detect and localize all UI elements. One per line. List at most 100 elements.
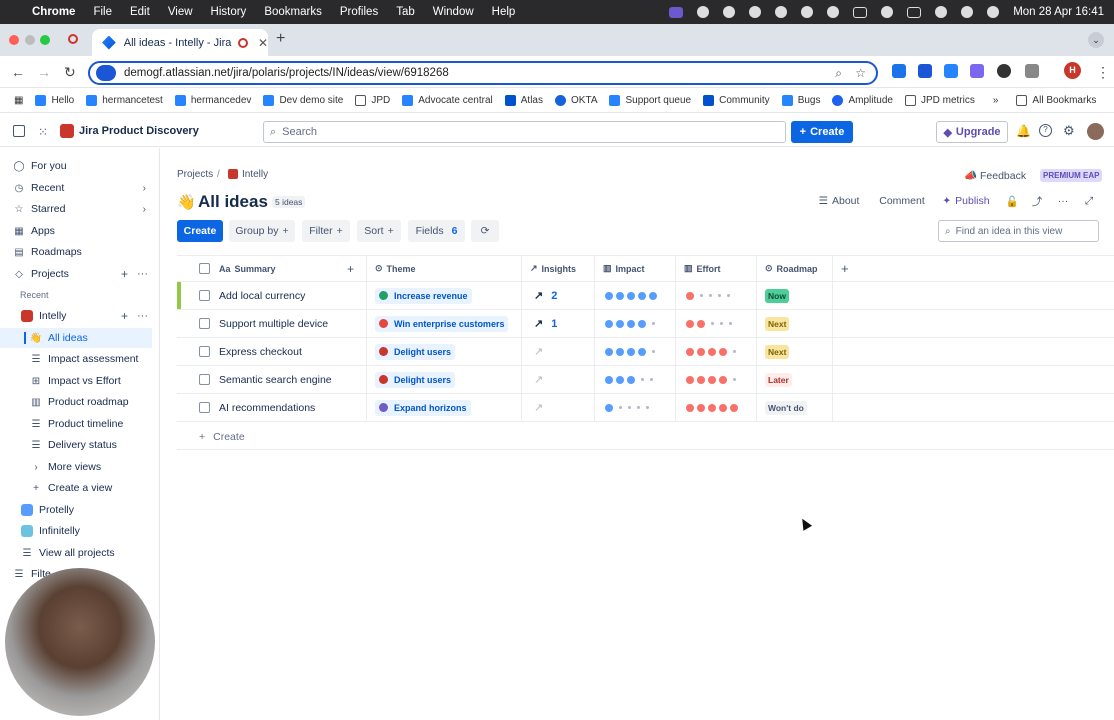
url-text[interactable]: demogf.atlassian.net/jira/polaris/projec… [124, 67, 449, 79]
menu-tab[interactable]: Tab [396, 6, 415, 18]
table-row[interactable]: Semantic search engine Delight users ↗ Late… [177, 366, 1114, 394]
app-switcher-icon[interactable]: ⁙ [38, 125, 48, 139]
fullscreen-icon[interactable]: ⤢ [1079, 190, 1099, 212]
bookmark-jpd-metrics[interactable]: JPD metrics [904, 95, 975, 106]
minimize-window-button[interactable] [25, 35, 35, 45]
lock-icon[interactable]: 🔓 [1002, 190, 1022, 212]
more-actions-icon[interactable]: ··· [1052, 190, 1074, 212]
extension-jira-icon[interactable] [944, 64, 958, 78]
sidebar-item-recent[interactable]: ◷ Recent › [0, 178, 160, 198]
extension-tool-icon[interactable] [918, 64, 932, 78]
roadmap-cell[interactable]: Now [756, 282, 832, 309]
control-center-icon[interactable] [987, 6, 1000, 18]
sidebar-item-apps[interactable]: ▦ Apps [0, 221, 160, 241]
fields-button[interactable]: Fields 6 [408, 220, 465, 242]
menubar-clock[interactable]: Mon 28 Apr 16:41 [1013, 6, 1104, 18]
roadmap-cell[interactable]: Won't do [756, 394, 832, 421]
screen-record-icon[interactable] [669, 6, 684, 18]
sidebar-more-views[interactable]: › More views [0, 457, 160, 477]
idea-summary[interactable]: Semantic search engine [219, 366, 332, 393]
feedback-link[interactable]: 📣 Feedback [964, 169, 1026, 182]
bookmark-jpd[interactable]: JPD [355, 95, 390, 106]
roadmap-cell[interactable]: Next [756, 338, 832, 365]
browser-menu-icon[interactable]: ⋮ [1096, 64, 1110, 81]
address-bar[interactable]: demogf.atlassian.net/jira/polaris/projec… [88, 61, 878, 85]
new-tab-icon[interactable]: + [276, 30, 285, 48]
add-view-icon[interactable]: + [121, 309, 128, 323]
sidebar-item-roadmaps[interactable]: ▤ Roadmaps [0, 242, 160, 262]
bookmark-support-queue[interactable]: Support queue [609, 95, 691, 106]
autosave-sync-icon[interactable]: ⟳ [471, 220, 499, 242]
menu-app[interactable]: Chrome [32, 6, 75, 18]
profile-avatar[interactable]: H [1064, 62, 1081, 79]
sidebar-project-infinitelly[interactable]: Infinitelly [0, 521, 160, 541]
impact-rating[interactable] [594, 338, 675, 365]
zoom-window-button[interactable] [40, 35, 50, 45]
breadcrumb-projects[interactable]: Projects [177, 169, 213, 180]
wifi-icon[interactable] [935, 6, 948, 18]
row-checkbox[interactable] [199, 310, 210, 337]
impact-rating[interactable] [594, 282, 675, 309]
filter-button[interactable]: Filter + [302, 220, 350, 242]
theme-cell[interactable]: Delight users [366, 366, 521, 393]
battery-icon[interactable] [907, 6, 922, 18]
select-all-checkbox[interactable] [199, 256, 210, 281]
menu-profiles[interactable]: Profiles [340, 6, 378, 18]
more-icon[interactable]: ··· [137, 310, 148, 322]
forward-icon[interactable]: → [37, 64, 51, 80]
site-info-icon[interactable] [96, 65, 116, 81]
menu-bookmarks[interactable]: Bookmarks [264, 6, 322, 18]
effort-rating[interactable] [675, 394, 756, 421]
jpd-logo-icon[interactable] [60, 124, 74, 138]
close-tab-icon[interactable]: ✕ [258, 36, 268, 50]
zoom-lens-icon[interactable]: ⌕ [835, 66, 842, 81]
more-icon[interactable]: ··· [137, 268, 148, 280]
more-bookmarks-icon[interactable]: » [993, 95, 999, 106]
table-row[interactable]: Support multiple device Win enterprise cu… [177, 310, 1114, 338]
status-icon-3[interactable] [775, 6, 788, 18]
column-summary[interactable]: Aa Summary [219, 256, 276, 281]
spotlight-icon[interactable] [961, 6, 974, 18]
extension-translate-icon[interactable] [892, 64, 906, 78]
theme-cell[interactable]: Win enterprise customers [366, 310, 521, 337]
bookmark-hermancetest[interactable]: hermancetest [86, 95, 163, 106]
create-button[interactable]: + Create [791, 121, 853, 143]
bookmark-bugs[interactable]: Bugs [781, 95, 820, 106]
theme-cell[interactable]: Increase revenue [366, 282, 521, 309]
input-source-icon[interactable] [853, 6, 868, 18]
roadmap-cell[interactable]: Later [756, 366, 832, 393]
insights-cell[interactable]: ↗ [521, 338, 594, 365]
tab-search-icon[interactable]: ⌄ [1088, 32, 1104, 48]
sidebar-view-all-ideas[interactable]: 👋 All ideas [0, 328, 152, 348]
search-input[interactable]: ⌕ Search [263, 121, 786, 143]
settings-gear-icon[interactable]: ⚙ [1063, 123, 1075, 139]
sidebar-view-product-timeline[interactable]: ☰ Product timeline [0, 414, 160, 434]
idea-summary[interactable]: Support multiple device [219, 310, 328, 337]
bookmark-atlas[interactable]: Atlas [504, 95, 543, 106]
cloud-icon[interactable] [749, 6, 762, 18]
insights-cell[interactable]: ↗ 2 [521, 282, 594, 309]
back-icon[interactable]: ← [11, 64, 25, 80]
row-checkbox[interactable] [199, 282, 210, 309]
effort-rating[interactable] [675, 366, 756, 393]
insights-cell[interactable]: ↗ [521, 394, 594, 421]
table-row[interactable]: Add local currency Increase revenue ↗ 2 Now [177, 282, 1114, 310]
upgrade-button[interactable]: ◆ Upgrade [936, 121, 1008, 143]
row-checkbox[interactable] [199, 394, 210, 421]
column-insights[interactable]: ↗ Insights [521, 256, 594, 281]
add-column-icon[interactable]: + [347, 256, 354, 281]
product-name[interactable]: Jira Product Discovery [79, 125, 199, 137]
sort-button[interactable]: Sort + [357, 220, 401, 242]
theme-cell[interactable]: Delight users [366, 338, 521, 365]
effort-rating[interactable] [675, 310, 756, 337]
impact-rating[interactable] [594, 394, 675, 421]
column-impact[interactable]: ▥ Impact [594, 256, 675, 281]
sidebar-item-starred[interactable]: ☆ Starred › [0, 199, 160, 219]
find-idea-input[interactable]: ⌕ Find an idea in this view [938, 220, 1099, 242]
comment-button[interactable]: Comment [873, 190, 931, 212]
idea-summary[interactable]: Add local currency [219, 282, 305, 309]
status-icon-1[interactable] [697, 6, 710, 18]
table-row[interactable]: AI recommendations Expand horizons ↗ Won't … [177, 394, 1114, 422]
impact-rating[interactable] [594, 366, 675, 393]
column-roadmap[interactable]: ⊙ Roadmap [756, 256, 832, 281]
